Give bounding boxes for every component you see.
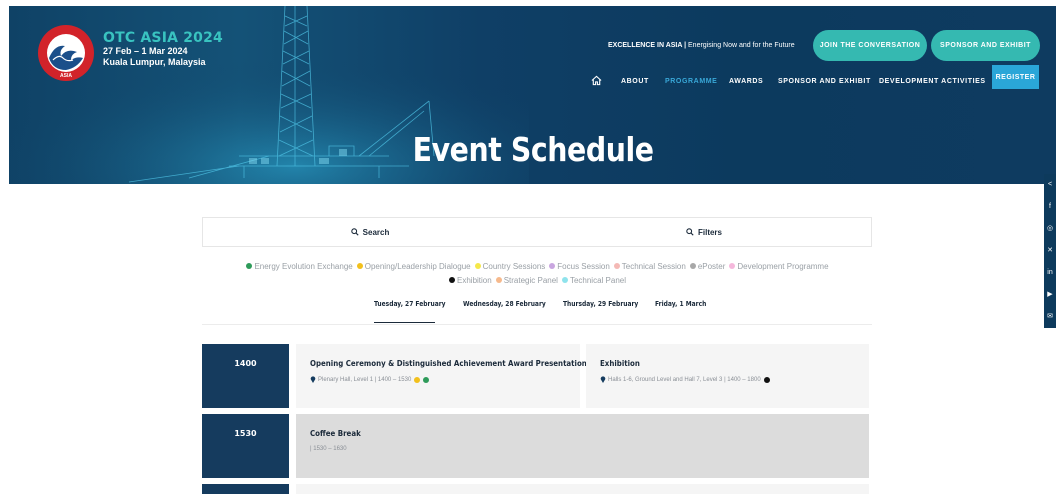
tab-thursday[interactable]: Thursday, 29 February: [563, 300, 638, 308]
category-dot: [414, 376, 421, 383]
legend-dot: [495, 277, 502, 283]
legend-label: ePoster: [697, 262, 726, 271]
category-dot: [763, 376, 770, 383]
legend-item[interactable]: Technical Panel: [561, 274, 626, 288]
legend-label: Energy Evolution Exchange: [254, 262, 353, 271]
sponsor-exhibit-button[interactable]: SPONSOR AND EXHIBIT: [931, 30, 1040, 61]
time-slot-partial: [202, 484, 289, 494]
day-tabs: Tuesday, 27 February Wednesday, 28 Febru…: [0, 294, 1056, 324]
filters-label: Filters: [697, 227, 722, 237]
search-filter-bar: Search Filters: [202, 217, 872, 247]
tab-tuesday[interactable]: Tuesday, 27 February: [374, 300, 446, 308]
legend-label: Strategic Panel: [503, 276, 558, 285]
linkedin-icon[interactable]: in: [1044, 262, 1056, 284]
category-dot: [423, 376, 430, 383]
page-title: Event Schedule: [412, 130, 654, 169]
time-slot: 1400: [202, 344, 289, 408]
main-nav: ABOUT PROGRAMME AWARDS SPONSOR AND EXHIB…: [9, 70, 1056, 94]
legend-item[interactable]: Exhibition: [449, 274, 492, 288]
search-button[interactable]: Search: [203, 218, 537, 246]
tabs-divider: [202, 324, 872, 325]
legend-label: Opening/Leadership Dialogue: [364, 262, 471, 271]
legend-item[interactable]: Country Sessions: [474, 260, 546, 274]
event-card[interactable]: Coffee Break | 1530 – 1630: [296, 414, 869, 478]
tagline: EXCELLENCE IN ASIA | Energising Now and …: [608, 42, 795, 49]
instagram-icon[interactable]: ◎: [1044, 218, 1056, 240]
event-location-time: Halls 1-6, Ground Level and Hall 7, Leve…: [608, 376, 761, 383]
location-pin-icon: [600, 376, 606, 383]
location-pin-icon: [310, 376, 316, 383]
event-location-time: Plenary Hall, Level 1 | 1400 – 1530: [318, 376, 412, 383]
join-conversation-button[interactable]: JOIN THE CONVERSATION: [813, 30, 927, 61]
tagline-text: Energising Now and for the Future: [688, 42, 795, 49]
event-time: | 1530 – 1630: [310, 446, 347, 452]
legend-dot: [449, 277, 455, 283]
active-tab-indicator: [374, 322, 435, 323]
event-dates: 27 Feb – 1 Mar 2024: [103, 46, 188, 56]
legend-item[interactable]: Development Programme: [729, 260, 829, 274]
event-title: Exhibition: [600, 359, 640, 368]
share-icon[interactable]: <: [1044, 174, 1056, 196]
event-meta: Plenary Hall, Level 1 | 1400 – 1530: [310, 376, 580, 383]
tab-friday[interactable]: Friday, 1 March: [655, 300, 706, 308]
legend-item[interactable]: Energy Evolution Exchange: [246, 260, 353, 274]
session-type-legend: Energy Evolution Exchange Opening/Leaders…: [205, 260, 870, 288]
event-title: Opening Ceremony & Distinguished Achieve…: [310, 359, 587, 368]
legend-item[interactable]: Opening/Leadership Dialogue: [356, 260, 471, 274]
legend-dot: [549, 263, 556, 269]
legend-label: Exhibition: [457, 276, 492, 285]
register-button[interactable]: REGISTER: [992, 65, 1039, 89]
legend-item[interactable]: Technical Session: [613, 260, 686, 274]
event-card[interactable]: Exhibition Halls 1-6, Ground Level and H…: [586, 344, 869, 408]
legend-item[interactable]: ePoster: [689, 260, 726, 274]
nav-about[interactable]: ABOUT: [621, 70, 649, 94]
tab-wednesday[interactable]: Wednesday, 28 February: [463, 300, 546, 308]
facebook-icon[interactable]: f: [1044, 196, 1056, 218]
event-meta: | 1530 – 1630: [310, 446, 869, 452]
legend-dot: [729, 263, 736, 269]
legend-label: Focus Session: [557, 262, 610, 271]
tagline-bold: EXCELLENCE IN ASIA |: [608, 42, 687, 49]
event-location: Kuala Lumpur, Malaysia: [103, 57, 206, 67]
search-label: Search: [362, 227, 390, 237]
legend-dot: [689, 263, 696, 269]
nav-programme[interactable]: PROGRAMME: [665, 70, 717, 94]
event-title: Coffee Break: [310, 429, 361, 438]
legend-item[interactable]: Focus Session: [549, 260, 610, 274]
legend-label: Technical Panel: [569, 276, 626, 285]
legend-label: Development Programme: [737, 262, 829, 271]
event-name: OTC ASIA 2024: [103, 30, 224, 46]
search-icon: [350, 228, 359, 236]
legend-dot: [356, 263, 363, 269]
event-card-partial[interactable]: [296, 484, 869, 494]
event-card[interactable]: Opening Ceremony & Distinguished Achieve…: [296, 344, 587, 408]
legend-dot: [246, 263, 253, 269]
legend-dot: [613, 263, 620, 269]
time-slot: 1530: [202, 414, 289, 478]
legend-label: Technical Session: [621, 262, 686, 271]
legend-dot: [561, 277, 568, 283]
event-meta: Halls 1-6, Ground Level and Hall 7, Leve…: [600, 376, 869, 383]
legend-label: Country Sessions: [482, 262, 546, 271]
legend-item[interactable]: Strategic Panel: [495, 274, 558, 288]
logo-text: OTC ASIA 2024 27 Feb – 1 Mar 2024 Kuala …: [103, 30, 223, 68]
search-icon: [686, 228, 694, 236]
nav-awards[interactable]: AWARDS: [729, 70, 763, 94]
filters-button[interactable]: Filters: [537, 218, 871, 246]
hero-banner: ASIA OTC ASIA 2024 27 Feb – 1 Mar 2024 K…: [9, 6, 1056, 184]
nav-sponsor-exhibit[interactable]: SPONSOR AND EXHIBIT: [778, 70, 871, 94]
legend-dot: [474, 263, 481, 269]
x-icon[interactable]: ✕: [1044, 240, 1056, 262]
nav-development-activities[interactable]: DEVELOPMENT ACTIVITIES: [879, 70, 986, 94]
